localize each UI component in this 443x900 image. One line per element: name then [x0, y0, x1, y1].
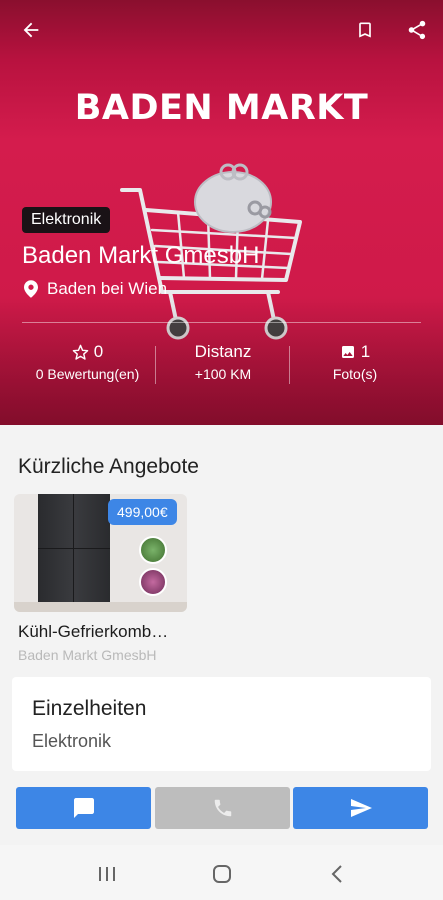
store-detail-screen: BADEN MARKT Elektronik Baden Markt Gmesb…: [0, 0, 443, 900]
details-value: Elektronik: [32, 731, 112, 751]
nav-back-icon: [331, 865, 342, 883]
store-location: Baden bei Wien: [24, 279, 167, 299]
arrow-left-icon: [23, 22, 39, 38]
photos-value: 1: [360, 342, 371, 361]
recents-button[interactable]: [92, 859, 122, 889]
photos-label: Foto(s): [332, 366, 378, 382]
back-button[interactable]: [15, 14, 47, 46]
share-button[interactable]: [401, 14, 433, 46]
store-stats: 0 0 Bewertung(en) Distanz +100 KM 1 Foto…: [0, 340, 443, 390]
system-navigation-bar: [0, 845, 443, 900]
phone-icon: [214, 799, 231, 817]
store-header: BADEN MARKT Elektronik Baden Markt Gmesb…: [0, 0, 443, 425]
distance-stat: Distanz +100 KM: [156, 340, 290, 390]
details-card: Einzelheiten Elektronik: [12, 677, 431, 771]
rating-label: 0 Bewertung(en): [35, 366, 140, 382]
offer-price-badge: 499,00€: [108, 499, 177, 525]
bookmark-icon: [359, 22, 371, 38]
location-text: Baden bei Wien: [47, 279, 168, 298]
home-icon: [213, 865, 231, 883]
store-name: Baden Markt GmesbH: [22, 242, 260, 269]
category-badge: Elektronik: [22, 207, 111, 233]
nav-back-button[interactable]: [322, 859, 352, 889]
share-icon: [408, 20, 426, 40]
recents-icon: [99, 867, 115, 881]
photo-icon: [341, 346, 354, 358]
photos-stat[interactable]: 1 Foto(s): [290, 340, 420, 390]
location-pin-icon: [24, 280, 38, 298]
distance-title: Distanz: [194, 342, 252, 361]
action-bar: [16, 787, 428, 829]
bookmark-button[interactable]: [349, 14, 381, 46]
rating-value: 0: [93, 342, 104, 361]
top-app-bar: [0, 0, 443, 58]
details-title: Einzelheiten: [32, 697, 147, 720]
send-message-button[interactable]: [293, 787, 428, 829]
distance-value: +100 KM: [194, 366, 252, 382]
call-button[interactable]: [155, 787, 290, 829]
header-divider: [22, 322, 421, 323]
offer-store: Baden Markt GmesbH: [18, 647, 157, 663]
rating-stat[interactable]: 0 0 Bewertung(en): [20, 340, 155, 390]
brand-logo: BADEN MARKT: [74, 88, 369, 128]
send-icon: [350, 799, 372, 817]
chat-icon: [73, 798, 94, 818]
recent-offers-title: Kürzliche Angebote: [18, 455, 199, 478]
offer-title[interactable]: Kühl-Gefrierkomb…: [18, 622, 193, 642]
star-outline-icon: [72, 344, 89, 360]
chat-button[interactable]: [16, 787, 151, 829]
home-button[interactable]: [207, 859, 237, 889]
